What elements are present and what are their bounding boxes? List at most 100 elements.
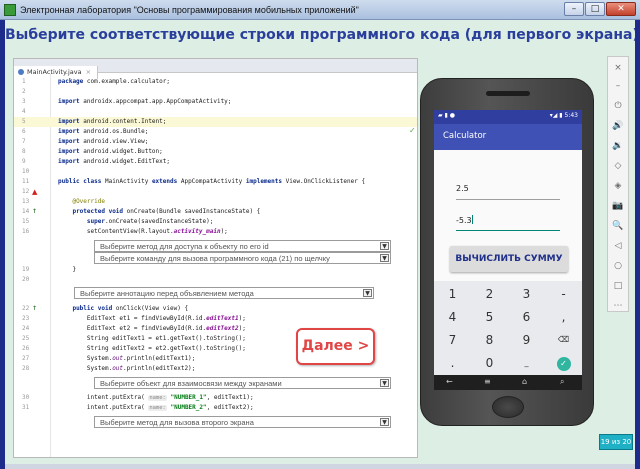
camera-icon[interactable]: 📷 (608, 197, 628, 215)
editor-tab-bar: MainActivity.java × (14, 59, 417, 79)
overview-icon[interactable]: □ (608, 277, 628, 295)
chevron-down-icon[interactable]: ▼ (380, 254, 389, 262)
minimize-button[interactable]: – (564, 2, 584, 16)
line-number: 11 (22, 178, 30, 185)
code-line: 4 (14, 107, 417, 117)
keypad-key[interactable]: 3 (508, 282, 545, 306)
status-bar: ▰ ▮ ● ▾◢ ▮ 5:43 (434, 110, 582, 124)
code-line: 5 import android.content.Intent; (14, 117, 417, 127)
chevron-down-icon[interactable]: ▼ (380, 379, 389, 387)
home-button[interactable] (492, 396, 524, 418)
code-line: 13 @Override (14, 197, 417, 207)
volume-down-icon[interactable]: 🔉 (608, 137, 628, 155)
code-line: 10 (14, 167, 417, 177)
phone-screen: ▰ ▮ ● ▾◢ ▮ 5:43 Calculator 2.5 -5.3 ВЫЧИ… (434, 110, 582, 390)
code-text: import android.os.Bundle; (58, 128, 149, 135)
keypad-key[interactable]: 9 (508, 328, 545, 352)
code-line: 31 intent.putExtra( name: "NUMBER_2", ed… (14, 403, 417, 413)
power-icon[interactable]: ⏻ (608, 97, 628, 115)
line-number: 31 (22, 404, 30, 411)
code-line: 2 (14, 87, 417, 97)
rotate-left-icon[interactable]: ◇ (608, 157, 628, 175)
keypad-key[interactable]: 1 (434, 282, 471, 306)
back-icon[interactable]: ← (446, 377, 453, 386)
keypad-key[interactable]: 0 (471, 351, 508, 375)
code-line: 1 package com.example.calculator; (14, 77, 417, 87)
zoom-icon[interactable]: 🔍 (608, 217, 628, 235)
code-text: intent.putExtra( name: "NUMBER_1", editT… (58, 394, 254, 401)
override-icon: ↑ (32, 305, 38, 312)
home-icon[interactable]: ○ (608, 257, 628, 275)
close-button[interactable]: ✕ (606, 2, 636, 16)
maximize-button[interactable]: □ (585, 2, 605, 16)
line-number: 20 (22, 276, 30, 283)
code-text: import androidx.appcompat.app.AppCompatA… (58, 98, 232, 105)
menu-icon[interactable]: ≡ (484, 377, 491, 386)
home-icon[interactable]: ⌂ (522, 377, 527, 386)
chevron-down-icon[interactable]: ▼ (363, 289, 372, 297)
line-number: 1 (22, 78, 26, 85)
text-cursor (471, 215, 473, 224)
number2-value: -5.3 (456, 216, 472, 225)
code-line: 28 System.out.println(editText2); (14, 364, 417, 374)
keypad-key[interactable]: 8 (471, 328, 508, 352)
code-text: protected void onCreate(Bundle savedInst… (72, 208, 261, 215)
keypad-key[interactable]: . (434, 351, 471, 375)
line-number: 24 (22, 325, 30, 332)
number2-field[interactable]: -5.3 (456, 215, 560, 231)
line-number: 7 (22, 138, 26, 145)
number1-value: 2.5 (456, 184, 469, 193)
keypad-key[interactable]: 7 (434, 328, 471, 352)
code-line: 8 import android.widget.Button; (14, 147, 417, 157)
number1-field[interactable]: 2.5 (456, 184, 560, 200)
search-icon[interactable]: ⌕ (560, 377, 564, 387)
code-choice-dropdown[interactable]: Выберите метод для доступа к объекту по … (94, 240, 391, 252)
code-text: public class MainActivity extends AppCom… (58, 178, 366, 185)
keypad-key[interactable]: 2 (471, 282, 508, 306)
code-text: String editText1 = et1.getText().toStrin… (58, 335, 246, 342)
next-button[interactable]: Далее > (296, 328, 375, 365)
emulator-toolbar: × – ⏻ 🔊 🔉 ◇ ◈ 📷 🔍 ◁ ○ □ ⋯ (607, 56, 629, 312)
horizontal-scrollbar[interactable] (5, 464, 635, 469)
phone-earpiece (486, 91, 530, 96)
rotate-right-icon[interactable]: ◈ (608, 177, 628, 195)
dropdown-placeholder: Выберите команду для вызова программного… (100, 254, 330, 263)
line-number: 28 (22, 365, 30, 372)
keypad-key[interactable]: , (545, 305, 582, 329)
code-line: 22 public void onClick(View view) { (14, 304, 417, 314)
back-icon[interactable]: ◁ (608, 237, 628, 255)
done-key[interactable]: ✓ (545, 351, 582, 375)
code-line: 23 EditText et1 = findViewById(R.id.edit… (14, 314, 417, 324)
keypad-key[interactable]: 5 (471, 305, 508, 329)
minimize-emulator-icon[interactable]: – (608, 77, 628, 95)
line-number: 4 (22, 108, 26, 115)
code-text: import android.view.View; (58, 138, 149, 145)
code-line: 6 import android.os.Bundle; (14, 127, 417, 137)
chevron-down-icon[interactable]: ▼ (380, 242, 389, 250)
line-number: 27 (22, 355, 30, 362)
code-line: 14 protected void onCreate(Bundle savedI… (14, 207, 417, 217)
dropdown-placeholder: Выберите аннотацию перед объявлением мет… (80, 289, 254, 298)
chevron-down-icon[interactable]: ▼ (380, 418, 389, 426)
volume-up-icon[interactable]: 🔊 (608, 117, 628, 135)
keypad-key[interactable]: - (545, 282, 582, 306)
code-choice-dropdown[interactable]: Выберите команду для вызова программного… (94, 252, 391, 264)
backspace-key[interactable]: ⌫ (545, 328, 582, 352)
code-line: 7 import android.view.View; (14, 137, 417, 147)
code-choice-dropdown[interactable]: Выберите метод для вызова второго экрана… (94, 416, 391, 428)
line-number: 30 (22, 394, 30, 401)
code-text: public void onClick(View view) { (72, 305, 189, 312)
close-emulator-icon[interactable]: × (608, 59, 628, 77)
keypad-key[interactable]: 4 (434, 305, 471, 329)
page-counter: 19 из 20 (599, 434, 633, 450)
more-icon[interactable]: ⋯ (608, 297, 628, 315)
code-choice-dropdown[interactable]: Выберите объект для взаимосвязи между эк… (94, 377, 391, 389)
keypad-key[interactable]: _ (508, 351, 545, 375)
code-choice-dropdown[interactable]: Выберите аннотацию перед объявлением мет… (74, 287, 374, 299)
code-text: import android.widget.EditText; (58, 158, 170, 165)
calculate-sum-button[interactable]: ВЫЧИСЛИТЬ СУММУ (450, 246, 568, 272)
code-line: 3 import androidx.appcompat.app.AppCompat… (14, 97, 417, 107)
keypad-key[interactable]: 6 (508, 305, 545, 329)
line-number: 9 (22, 158, 26, 165)
page-title: Выберите соответствующие строки программ… (5, 27, 635, 43)
